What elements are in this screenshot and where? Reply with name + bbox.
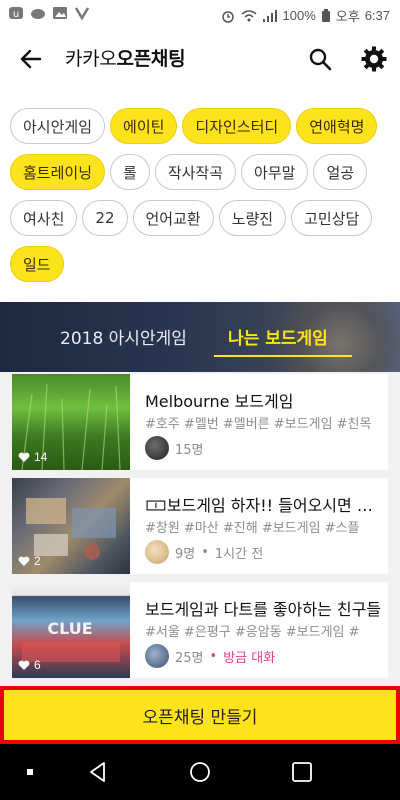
room-thumbnail: 2 — [12, 478, 130, 574]
status-left-icons: u — [8, 6, 90, 20]
room-thumbnail: CLUE 6 — [12, 582, 130, 678]
heart-icon — [18, 660, 30, 670]
create-open-chat-button[interactable]: 오픈채팅 만들기 — [0, 686, 400, 744]
svg-text:CLUE: CLUE — [47, 619, 92, 638]
member-count: 15명 — [175, 442, 204, 458]
battery-icon — [321, 8, 330, 22]
avatar — [145, 436, 169, 460]
back-arrow-icon[interactable] — [18, 46, 44, 72]
signal-icon — [262, 9, 277, 22]
hashtag-chip[interactable]: 작사작곡 — [154, 154, 237, 190]
avatar — [145, 644, 169, 668]
vpn-icon — [74, 7, 90, 20]
hashtag-chip[interactable]: 고민상담 — [291, 200, 373, 236]
active-tab-indicator — [214, 355, 352, 357]
wifi-icon — [241, 9, 257, 21]
hashtag-chip[interactable]: 언어교환 — [132, 200, 214, 236]
hashtag-chip[interactable]: 일드 — [10, 246, 64, 282]
status-right: 100% 오후 6:37 — [220, 6, 390, 25]
room-name: 🀱보드게임 하자!! 들어오시면 후회안함 — [145, 496, 383, 515]
tag-row: 여사친 22 언어교환 노량진 고민상담 — [10, 200, 395, 236]
like-count-value: 2 — [34, 554, 41, 568]
hashtag-chip[interactable]: 아시안게임 — [10, 108, 106, 144]
page-title: 카카오오픈채팅 — [65, 44, 186, 71]
room-hashtags: #호주 #멜번 #멜버른 #보드게임 #친목 — [145, 417, 372, 432]
hashtag-chip[interactable]: 롤 — [110, 154, 150, 190]
open-chat-screen: u 100% 오후 6:37 카카오오픈채팅 아시안게임 에이틴 디자인스터디 … — [0, 0, 400, 800]
svg-text:u: u — [13, 9, 19, 20]
time-period: 오후 — [335, 9, 360, 24]
tag-row: 홈트레이닝 롤 작사작곡 아무말 얼공 — [10, 154, 395, 190]
room-name: Melbourne 보드게임 — [145, 392, 294, 411]
room-thumbnail: 14 — [12, 374, 130, 470]
like-count-value: 6 — [34, 658, 41, 672]
member-count: 9명 — [175, 546, 196, 562]
search-icon[interactable] — [307, 46, 333, 72]
tag-row: 아시안게임 에이틴 디자인스터디 연애혁명 — [10, 108, 395, 144]
member-count: 25명 — [175, 650, 204, 666]
app-notification-icon: u — [9, 7, 23, 20]
gear-icon[interactable] — [360, 45, 388, 73]
list-item[interactable]: CLUE 6 보드게임과 다트를 좋아하는 친구들 #서울 #은평구 #응암동 … — [12, 582, 388, 678]
hashtag-cloud: 아시안게임 에이틴 디자인스터디 연애혁명홈트레이닝 롤 작사작곡 아무말 얼공여사친 22 언어… — [10, 108, 395, 292]
theme-banner: 2018 아시안게임 나는 보드게임 — [0, 302, 400, 372]
tag-row: 일드 — [10, 246, 395, 282]
title-prefix: 카카오 — [65, 48, 117, 70]
overview-square-icon[interactable] — [290, 760, 314, 784]
room-meta: 25명 • 방금 대화 — [145, 644, 275, 668]
hashtag-chip[interactable]: 연애혁명 — [296, 108, 378, 144]
like-count: 6 — [18, 658, 41, 672]
last-active: 1시간 전 — [214, 546, 264, 562]
hashtag-chip[interactable]: 디자인스터디 — [182, 108, 292, 144]
room-hashtags: #창원 #마산 #진해 #보드게임 #스플 — [145, 521, 360, 536]
meta-dot: • — [201, 544, 209, 560]
room-hashtags: #서울 #은평구 #응암동 #보드게임 # — [145, 625, 360, 640]
tab-asian-games[interactable]: 2018 아시안게임 — [60, 324, 187, 349]
hashtag-chip[interactable]: 22 — [82, 200, 128, 236]
room-list: 14 Melbourne 보드게임 #호주 #멜번 #멜버른 #보드게임 #친목… — [0, 372, 400, 686]
room-meta: 9명 • 1시간 전 — [145, 540, 263, 564]
hashtag-chip[interactable]: 홈트레이닝 — [10, 154, 106, 190]
hashtag-chip[interactable]: 에이틴 — [110, 108, 178, 144]
list-item[interactable]: 2 🀱보드게임 하자!! 들어오시면 후회안함 #창원 #마산 #진해 #보드게… — [12, 478, 388, 574]
clock: 6:37 — [364, 8, 390, 23]
like-count-value: 14 — [34, 450, 48, 464]
cloud-icon — [31, 9, 45, 19]
list-item[interactable]: 14 Melbourne 보드게임 #호주 #멜번 #멜버른 #보드게임 #친목… — [12, 374, 388, 470]
like-count: 14 — [18, 450, 47, 464]
avatar — [145, 540, 169, 564]
alarm-icon — [221, 10, 234, 23]
home-circle-icon[interactable] — [188, 760, 212, 784]
last-active: 방금 대화 — [223, 650, 276, 666]
back-triangle-icon[interactable] — [86, 760, 110, 784]
room-name: 보드게임과 다트를 좋아하는 친구들 — [145, 600, 382, 619]
room-meta: 15명 — [145, 436, 204, 460]
like-count: 2 — [18, 554, 41, 568]
heart-icon — [18, 452, 30, 462]
heart-icon — [18, 556, 30, 566]
recent-dot-icon[interactable] — [18, 760, 42, 784]
hashtag-chip[interactable]: 여사친 — [10, 200, 78, 236]
battery-percent: 100% — [282, 8, 316, 23]
tab-board-games[interactable]: 나는 보드게임 — [228, 324, 328, 349]
title-bold: 오픈채팅 — [116, 48, 186, 70]
hashtag-chip[interactable]: 아무말 — [241, 154, 309, 190]
hashtag-chip[interactable]: 얼공 — [313, 154, 368, 190]
meta-dot: • — [209, 648, 218, 664]
status-bar: u 100% 오후 6:37 — [0, 0, 400, 30]
hashtag-chip[interactable]: 노량진 — [218, 200, 287, 236]
app-header: 카카오오픈채팅 — [0, 30, 400, 88]
system-navigation-bar — [0, 744, 400, 800]
image-icon — [53, 7, 67, 19]
